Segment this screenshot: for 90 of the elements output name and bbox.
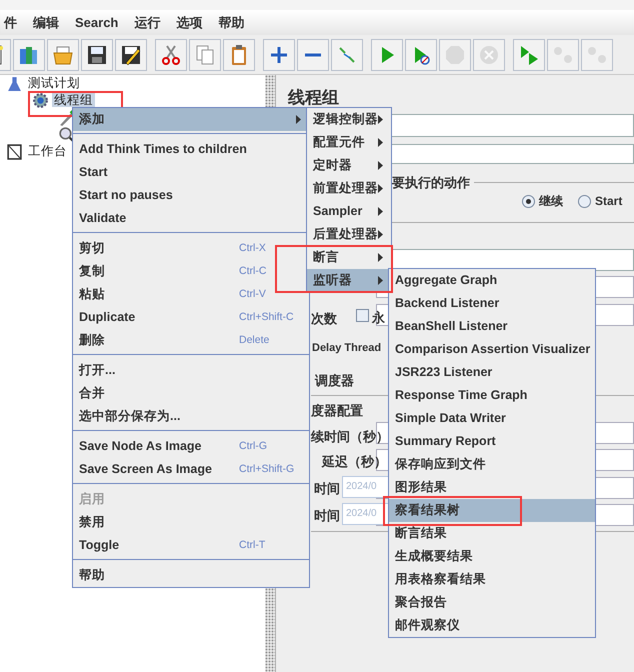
floppy-icon [86, 44, 108, 66]
form-label: 续时间（秒） [311, 428, 389, 446]
panel-title: 线程组 [288, 87, 339, 109]
stop-icon [444, 44, 466, 66]
form-label: 次数 [311, 310, 337, 328]
menu-item[interactable]: 用表格察看结果 [389, 568, 595, 591]
cross-circle-icon [478, 44, 500, 66]
form-label: 时间 [314, 507, 340, 525]
form-label: 延迟（秒） [322, 453, 387, 471]
menu-item[interactable]: 打开... [73, 359, 309, 382]
toolbar-button[interactable] [223, 38, 255, 70]
menu-item[interactable]: 断言结果 [389, 522, 595, 545]
notepad-icon [6, 142, 23, 160]
menu-item[interactable]: 帮助 [216, 12, 246, 32]
menu-item[interactable]: 生成概要结果 [389, 545, 595, 568]
menu-item[interactable]: BeanShell Listener [389, 315, 595, 338]
menu-item[interactable]: 添加 [73, 108, 309, 131]
submenu-arrow-icon [378, 253, 383, 262]
radio-button[interactable] [578, 194, 591, 208]
menu-item[interactable]: Start [73, 161, 309, 184]
form-label: 时间 [314, 480, 340, 498]
menu-item[interactable]: 前置处理器 [307, 177, 391, 200]
menu-item[interactable]: 粘贴 Ctrl-V [73, 283, 309, 306]
menu-item[interactable]: 察看结果树 [389, 499, 595, 522]
menu-item[interactable]: Simple Data Writer [389, 407, 595, 430]
menu-item[interactable]: Response Time Graph [389, 384, 595, 407]
menu-item[interactable]: 运行 [132, 12, 162, 32]
submenu-arrow-icon [378, 207, 383, 216]
menu-item[interactable]: Backend Listener [389, 292, 595, 315]
menu-item[interactable]: 选项 [174, 12, 204, 32]
menu-item[interactable]: 监听器 [307, 269, 391, 292]
menu-item[interactable]: Duplicate Ctrl+Shift-C [73, 306, 309, 329]
menu-item[interactable]: 逻辑控制器 [307, 108, 391, 131]
menu-item[interactable]: 复制 Ctrl-C [73, 260, 309, 283]
tree-node[interactable]: 工作台 [26, 144, 69, 158]
menu-item[interactable]: 帮助 [73, 564, 309, 587]
menu-item[interactable]: Search [73, 12, 120, 32]
menu-item[interactable]: 聚合报告 [389, 591, 595, 614]
submenu-arrow-icon [378, 115, 383, 124]
floppy-pencil-icon [120, 44, 142, 66]
menu-item[interactable]: Add Think Times to children [73, 138, 309, 161]
menu-item[interactable]: Summary Report [389, 430, 595, 453]
toolbar-button[interactable] [81, 38, 113, 70]
menu-item[interactable]: 邮件观察仪 [389, 614, 595, 637]
menu-item[interactable]: Start no pauses [73, 184, 309, 207]
play-pair-icon [518, 44, 540, 66]
submenu-arrow-icon [296, 115, 301, 124]
radio-label: 继续 [539, 193, 563, 210]
scissors-icon [160, 44, 182, 66]
menu-item[interactable]: 剪切 Ctrl-X [73, 237, 309, 260]
menu-item[interactable]: Aggregate Graph [389, 269, 595, 292]
submenu-arrow-icon [378, 161, 383, 170]
radio-button[interactable] [522, 194, 535, 208]
menu-item[interactable]: 配置元件 [307, 131, 391, 154]
flask-icon [6, 74, 23, 92]
folder-icon [52, 44, 74, 66]
radio-label: Start [595, 193, 622, 210]
menu-item[interactable]: 合并 [73, 382, 309, 405]
menu-item[interactable]: 定时器 [307, 154, 391, 177]
gear-icon [32, 92, 49, 108]
submenu-arrow-icon [378, 276, 383, 285]
tree-node[interactable]: 线程组 [52, 93, 95, 107]
menu-item[interactable]: 选中部分保存为... [73, 405, 309, 428]
form-label: 永 [372, 309, 385, 327]
submenu-arrow-icon [378, 138, 383, 147]
submenu-arrow-icon [378, 184, 383, 193]
menu-item[interactable]: Comparison Assertion Visualizer [389, 338, 595, 361]
menu-item[interactable]: Save Node As Image Ctrl-G [73, 435, 309, 458]
toolbar-button[interactable] [115, 38, 147, 70]
menu-item[interactable]: 图形结果 [389, 476, 595, 499]
minus-icon [302, 52, 324, 56]
menu-item[interactable]: 禁用 [73, 511, 309, 534]
menu-item[interactable]: 删除 Delete [73, 329, 309, 352]
submenu-arrow-icon [378, 230, 383, 239]
menu-item[interactable]: JSR223 Listener [389, 361, 595, 384]
group-label: 要执行的动作 [392, 173, 474, 192]
menu-item[interactable]: 编辑 [31, 12, 61, 32]
group-label: 度器配置 [311, 402, 363, 420]
menu-item[interactable]: Validate [73, 207, 309, 230]
menu-item[interactable]: 后置处理器 [307, 223, 391, 246]
copy-icon [194, 44, 216, 66]
menu-item[interactable]: Sampler [307, 200, 391, 223]
tree-node[interactable]: 测试计划 [26, 76, 82, 90]
menu-item[interactable]: Toggle Ctrl-T [73, 534, 309, 557]
magnifier-icon [58, 126, 75, 142]
menu-item[interactable]: 件 [2, 12, 19, 32]
menu-item[interactable]: 保存响应到文件 [389, 453, 595, 476]
form-label: 调度器 [315, 372, 354, 390]
form-label: Delay Thread [312, 341, 382, 356]
menu-item[interactable]: Save Screen As Image Ctrl+Shift-G [73, 458, 309, 481]
